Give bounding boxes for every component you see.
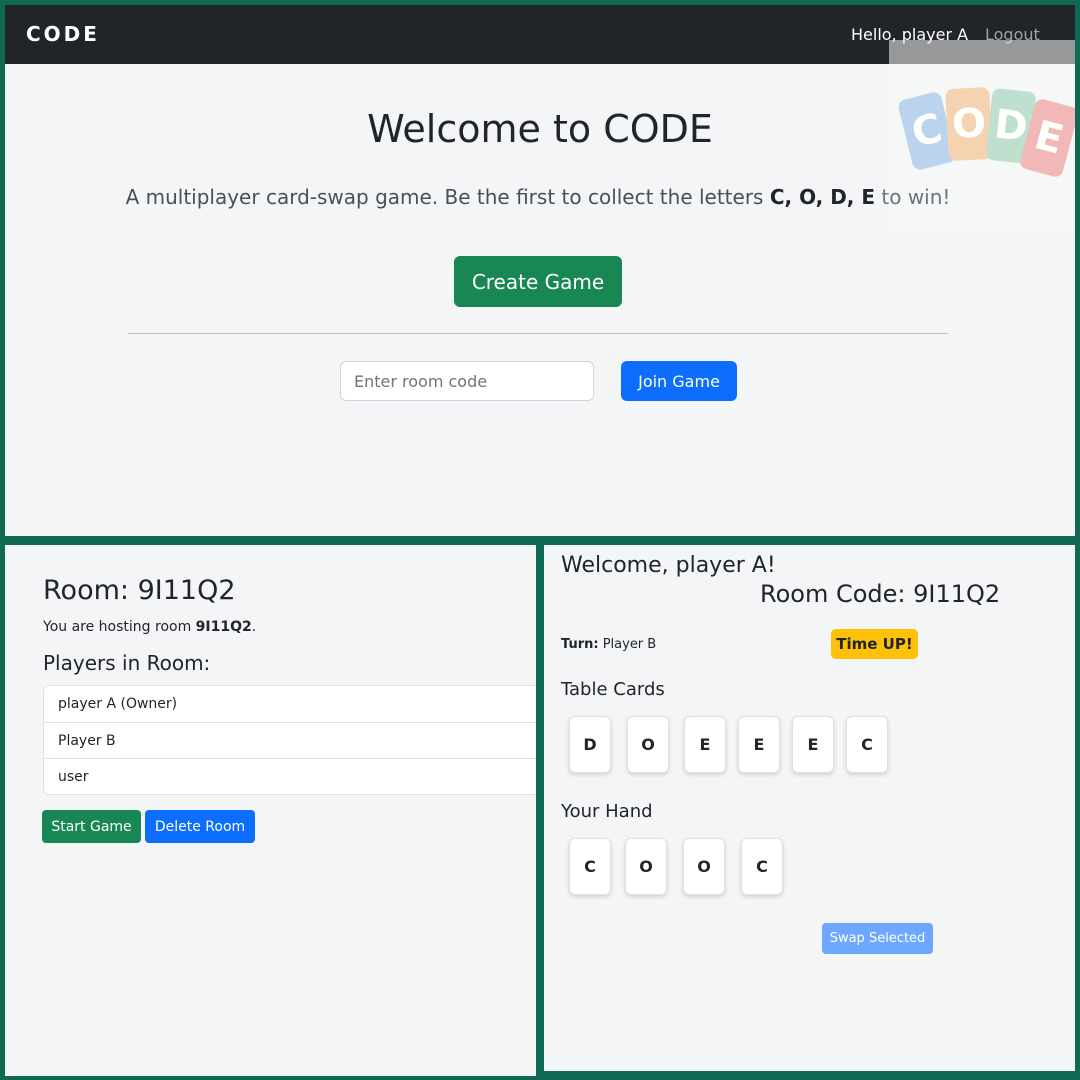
tagline-end: to win! xyxy=(875,185,951,209)
room-code-heading: Room Code: 9I11Q2 xyxy=(760,580,1001,608)
hand-card[interactable]: C xyxy=(569,838,611,895)
hand-card[interactable]: O xyxy=(625,838,667,895)
table-cards-heading: Table Cards xyxy=(561,679,665,700)
player-list-item: player A (Owner) xyxy=(58,696,178,712)
hosting-prefix: You are hosting room xyxy=(43,619,196,635)
table-card[interactable]: C xyxy=(846,716,888,773)
join-game-button[interactable]: Join Game xyxy=(621,361,737,401)
table-card[interactable]: E xyxy=(684,716,726,773)
tagline-text: A multiplayer card-swap game. Be the fir… xyxy=(125,185,770,209)
start-game-button[interactable]: Start Game xyxy=(42,810,141,843)
player-list-item: user xyxy=(44,758,536,794)
hand-card[interactable]: O xyxy=(683,838,725,895)
swap-selected-button[interactable]: Swap Selected xyxy=(822,923,933,954)
table-card[interactable]: D xyxy=(569,716,611,773)
game-welcome: Welcome, player A! xyxy=(561,553,776,578)
room-lobby-screen: Room: 9I11Q2 You are hosting room 9I11Q2… xyxy=(5,545,536,1076)
home-screen: CODE Hello, player A Logout C O D E Welc… xyxy=(5,5,1075,536)
game-screen: Welcome, player A! Room Code: 9I11Q2 Tur… xyxy=(544,545,1075,1071)
tagline: A multiplayer card-swap game. Be the fir… xyxy=(5,185,1071,209)
create-game-button[interactable]: Create Game xyxy=(454,256,622,307)
table-card[interactable]: O xyxy=(627,716,669,773)
table-card[interactable]: E xyxy=(792,716,834,773)
player-list-item: Player B xyxy=(44,722,536,758)
hosting-note: You are hosting room 9I11Q2. xyxy=(43,619,256,635)
table-card[interactable]: E xyxy=(738,716,780,773)
brand-logo-text[interactable]: CODE xyxy=(26,22,100,46)
room-code-input[interactable]: Enter room code xyxy=(340,361,594,401)
delete-room-button[interactable]: Delete Room xyxy=(145,810,255,843)
your-hand-heading: Your Hand xyxy=(561,801,653,822)
divider xyxy=(128,333,948,334)
hand-card[interactable]: C xyxy=(741,838,783,895)
player-list: player A (Owner) Player B user xyxy=(43,685,536,795)
players-heading: Players in Room: xyxy=(43,651,211,675)
room-title: Room: 9I11Q2 xyxy=(43,575,236,606)
turn-player: Player B xyxy=(602,637,657,652)
turn-indicator: Turn: Player B xyxy=(561,637,656,652)
tagline-letters: C, O, D, E xyxy=(769,185,876,209)
hosting-room-code: 9I11Q2 xyxy=(195,619,252,635)
page-title: Welcome to CODE xyxy=(367,107,713,151)
timer-badge: Time UP! xyxy=(831,629,918,659)
turn-label: Turn: xyxy=(561,637,599,652)
hosting-suffix: . xyxy=(251,619,257,635)
